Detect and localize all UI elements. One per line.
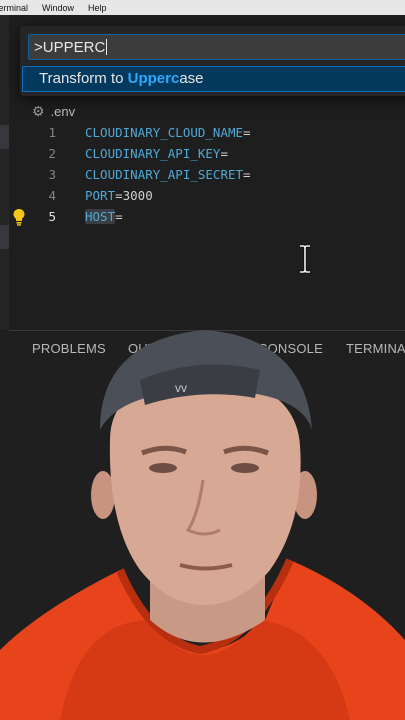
breadcrumb: ⚙ .env bbox=[32, 102, 75, 120]
menu-terminal[interactable]: Terminal bbox=[0, 3, 35, 13]
menu-bar: Terminal Window Help bbox=[0, 0, 405, 15]
command-input[interactable]: >UPPERC bbox=[28, 34, 405, 60]
env-value: = bbox=[220, 146, 228, 161]
env-key: HOST bbox=[85, 209, 116, 224]
line-number: 2 bbox=[48, 146, 56, 161]
presenter-webcam: vv bbox=[0, 330, 405, 720]
activity-item[interactable] bbox=[0, 225, 9, 249]
env-key: CLOUDINARY_API_SECRET bbox=[85, 167, 244, 182]
code-line-active: 5 HOST= bbox=[0, 206, 405, 227]
env-key: PORT bbox=[85, 188, 116, 203]
menu-help[interactable]: Help bbox=[81, 3, 114, 13]
command-palette: >UPPERC Transform to Uppercase bbox=[20, 26, 405, 96]
env-value: = bbox=[243, 167, 251, 182]
env-key: CLOUDINARY_API_KEY bbox=[85, 146, 221, 161]
line-number: 3 bbox=[48, 167, 56, 182]
command-result-transform-uppercase[interactable]: Transform to Uppercase bbox=[22, 66, 405, 92]
result-match: Upperc bbox=[127, 70, 180, 87]
env-value: =3000 bbox=[115, 188, 153, 203]
line-number: 5 bbox=[48, 209, 56, 224]
text-cursor-icon bbox=[300, 244, 310, 274]
code-line: 3 CLOUDINARY_API_SECRET= bbox=[0, 164, 405, 185]
env-value: = bbox=[243, 125, 251, 140]
result-suffix: ase bbox=[179, 70, 204, 87]
gear-icon: ⚙ bbox=[32, 102, 45, 119]
line-number: 1 bbox=[48, 125, 56, 140]
env-key: CLOUDINARY_CLOUD_NAME bbox=[85, 125, 244, 140]
breadcrumb-file[interactable]: .env bbox=[51, 104, 76, 119]
code-editor[interactable]: 1 CLOUDINARY_CLOUD_NAME= 2 CLOUDINARY_AP… bbox=[0, 122, 405, 227]
code-line: 4 PORT=3000 bbox=[0, 185, 405, 206]
svg-text:vv: vv bbox=[175, 381, 187, 395]
text-caret bbox=[106, 39, 108, 55]
lightbulb-icon[interactable] bbox=[12, 208, 26, 226]
env-value: = bbox=[115, 209, 123, 224]
code-line: 2 CLOUDINARY_API_KEY= bbox=[0, 143, 405, 164]
code-line: 1 CLOUDINARY_CLOUD_NAME= bbox=[0, 122, 405, 143]
line-number: 4 bbox=[48, 188, 56, 203]
result-prefix: Transform to bbox=[39, 70, 128, 87]
menu-window[interactable]: Window bbox=[35, 3, 81, 13]
